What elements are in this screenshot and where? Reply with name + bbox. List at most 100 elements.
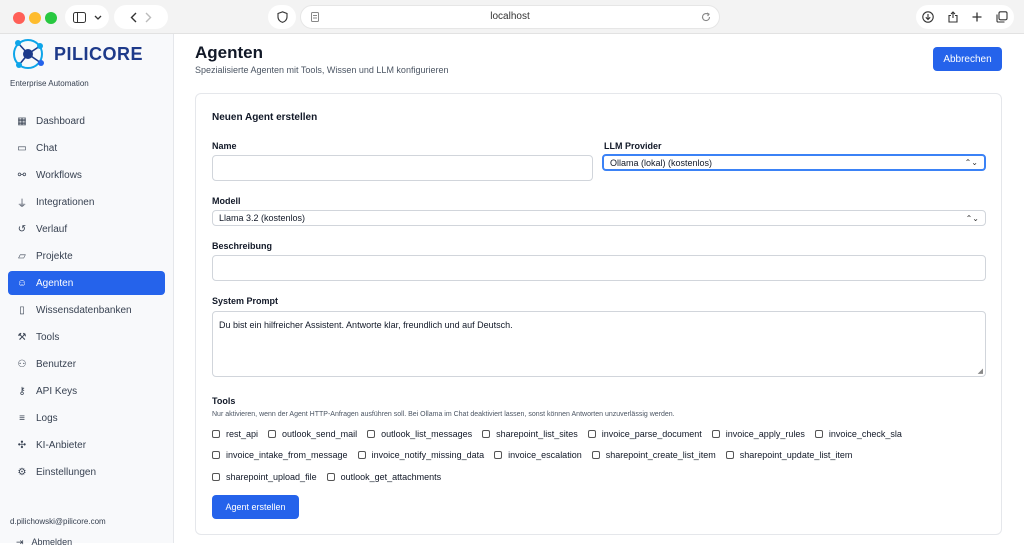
system-prompt-label: System Prompt (212, 296, 279, 306)
system-prompt-value: Du bist ein hilfreicher Assistent. Antwo… (219, 320, 513, 330)
users-icon: ⚇ (17, 358, 27, 370)
tool-option-invoice-notify-missing-data[interactable]: invoice_notify_missing_data (357, 450, 485, 460)
tool-option-invoice-parse-document[interactable]: invoice_parse_document (587, 429, 702, 439)
sidebar-item-workflows[interactable]: ⚯ Workflows (8, 163, 165, 187)
share-icon[interactable] (948, 11, 958, 23)
sidebar-item-projekte[interactable]: ▱ Projekte (8, 244, 165, 268)
sidebar-item-label: API Keys (36, 385, 78, 397)
browser-toolbar: localhost (0, 0, 1024, 34)
workflow-icon: ⚯ (17, 169, 27, 181)
chat-icon: ▭ (17, 142, 27, 154)
system-prompt-textarea[interactable]: Du bist ein hilfreicher Assistent. Antwo… (212, 311, 986, 377)
plug-icon: ⏚ (17, 198, 27, 210)
sidebar-item-tools[interactable]: ⚒ Tools (8, 325, 165, 349)
sidebar-icon (72, 11, 86, 23)
tool-label: rest_api (226, 429, 259, 439)
sidebar-item-integrationen[interactable]: ⏚ Integrationen (8, 190, 165, 214)
sidebar-item-dashboard[interactable]: ▦ Dashboard (8, 109, 165, 133)
llm-provider-select[interactable]: Ollama (lokal) (kostenlos) ⌃⌄ (602, 154, 986, 171)
tool-option-outlook-get-attachments[interactable]: outlook_get_attachments (326, 472, 442, 482)
tools-label: Tools (212, 396, 236, 406)
reload-icon[interactable] (701, 12, 711, 22)
brand-logo[interactable]: PILICORE (10, 34, 170, 74)
cancel-button[interactable]: Abbrechen (933, 47, 1002, 71)
tool-option-outlook-list-messages[interactable]: outlook_list_messages (367, 429, 472, 439)
sidebar-item-api-keys[interactable]: ⚷ API Keys (8, 379, 165, 403)
forward-arrow-icon[interactable] (145, 12, 152, 23)
select-arrows-icon: ⌃⌄ (965, 213, 979, 223)
back-arrow-icon[interactable] (130, 12, 137, 23)
ai-icon: ✣ (17, 439, 27, 451)
resize-handle-icon[interactable]: ◢ (978, 367, 983, 375)
sidebar-item-agenten[interactable]: ☺ Agenten (8, 271, 165, 295)
tool-label: sharepoint_create_list_item (605, 450, 716, 460)
tool-checkbox[interactable] (725, 451, 734, 459)
sidebar-item-label: Dashboard (36, 115, 85, 127)
brand-name: PILICORE (54, 43, 144, 64)
gear-icon: ⚙ (17, 466, 27, 478)
tool-option-outlook-send-mail[interactable]: outlook_send_mail (268, 429, 357, 439)
tools-row: rest_api outlook_send_mail outlook_list_me… (212, 429, 902, 439)
browser-actions (916, 5, 1014, 29)
create-agent-button[interactable]: Agent erstellen (212, 495, 299, 519)
tool-option-invoice-apply-rules[interactable]: invoice_apply_rules (711, 429, 805, 439)
sidebar-item-label: Chat (36, 142, 58, 154)
tool-label: outlook_get_attachments (340, 472, 442, 482)
tool-checkbox[interactable] (326, 473, 335, 481)
tool-option-sharepoint-upload-file[interactable]: sharepoint_upload_file (212, 472, 317, 482)
tool-checkbox[interactable] (711, 430, 720, 438)
tool-checkbox[interactable] (367, 430, 376, 438)
zoom-window-button[interactable] (45, 12, 57, 24)
tool-checkbox[interactable] (482, 430, 491, 438)
tool-label: invoice_check_sla (828, 429, 902, 439)
download-icon[interactable] (922, 11, 934, 23)
tools-hint: Nur aktivieren, wenn der Agent HTTP-Anfr… (212, 411, 675, 418)
name-input[interactable] (212, 155, 593, 181)
tool-option-sharepoint-list-sites[interactable]: sharepoint_list_sites (482, 429, 578, 439)
description-input[interactable] (212, 255, 986, 281)
tool-checkbox[interactable] (268, 430, 277, 438)
tool-option-rest-api[interactable]: rest_api (212, 429, 258, 439)
sidebar-item-chat[interactable]: ▭ Chat (8, 136, 165, 160)
model-select[interactable]: Llama 3.2 (kostenlos) ⌃⌄ (212, 210, 986, 226)
plus-icon[interactable] (972, 12, 982, 22)
llm-provider-label: LLM Provider (604, 141, 662, 151)
tool-checkbox[interactable] (357, 451, 366, 459)
tool-checkbox[interactable] (212, 451, 220, 459)
url-text: localhost (490, 11, 530, 22)
privacy-shield-button[interactable] (268, 5, 296, 29)
tool-checkbox[interactable] (591, 451, 600, 459)
sidebar-item-label: Benutzer (36, 358, 77, 370)
tabs-overview-icon[interactable] (996, 11, 1008, 23)
tool-option-invoice-escalation[interactable]: invoice_escalation (494, 450, 582, 460)
minimize-window-button[interactable] (29, 12, 41, 24)
sidebar-toggle-button[interactable] (65, 5, 109, 29)
tool-option-sharepoint-update-list-item[interactable]: sharepoint_update_list_item (725, 450, 852, 460)
tool-checkbox[interactable] (212, 430, 220, 438)
close-window-button[interactable] (13, 12, 25, 24)
sidebar-item-ki-anbieter[interactable]: ✣ KI-Anbieter (8, 433, 165, 457)
sidebar-item-einstellungen[interactable]: ⚙ Einstellungen (8, 460, 165, 484)
tool-option-invoice-check-sla[interactable]: invoice_check_sla (814, 429, 902, 439)
name-label: Name (212, 141, 237, 151)
form-title: Neuen Agent erstellen (212, 112, 318, 123)
tool-label: invoice_notify_missing_data (371, 450, 485, 460)
sidebar-item-benutzer[interactable]: ⚇ Benutzer (8, 352, 165, 376)
tool-label: invoice_intake_from_message (226, 450, 348, 460)
tool-checkbox[interactable] (494, 451, 503, 459)
tool-option-sharepoint-create-list-item[interactable]: sharepoint_create_list_item (591, 450, 716, 460)
tool-checkbox[interactable] (212, 473, 220, 481)
tools-row: sharepoint_upload_file outlook_get_attach… (212, 472, 441, 482)
address-bar[interactable]: localhost (300, 5, 720, 29)
sidebar-item-verlauf[interactable]: ↺ Verlauf (8, 217, 165, 241)
sidebar: PILICORE Enterprise Automation ▦ Dashboar… (0, 34, 174, 547)
sidebar-item-wissensdatenbanken[interactable]: ▯ Wissensdatenbanken (8, 298, 165, 322)
tool-label: invoice_apply_rules (725, 429, 805, 439)
tools-row: invoice_intake_from_message invoice_notif… (212, 450, 852, 460)
sidebar-item-logs[interactable]: ≡ Logs (8, 406, 165, 430)
sidebar-item-label: Logs (36, 412, 58, 424)
tool-checkbox[interactable] (814, 430, 823, 438)
tool-checkbox[interactable] (587, 430, 596, 438)
tool-option-invoice-intake-from-message[interactable]: invoice_intake_from_message (212, 450, 348, 460)
llm-provider-value: Ollama (lokal) (kostenlos) (610, 157, 713, 168)
